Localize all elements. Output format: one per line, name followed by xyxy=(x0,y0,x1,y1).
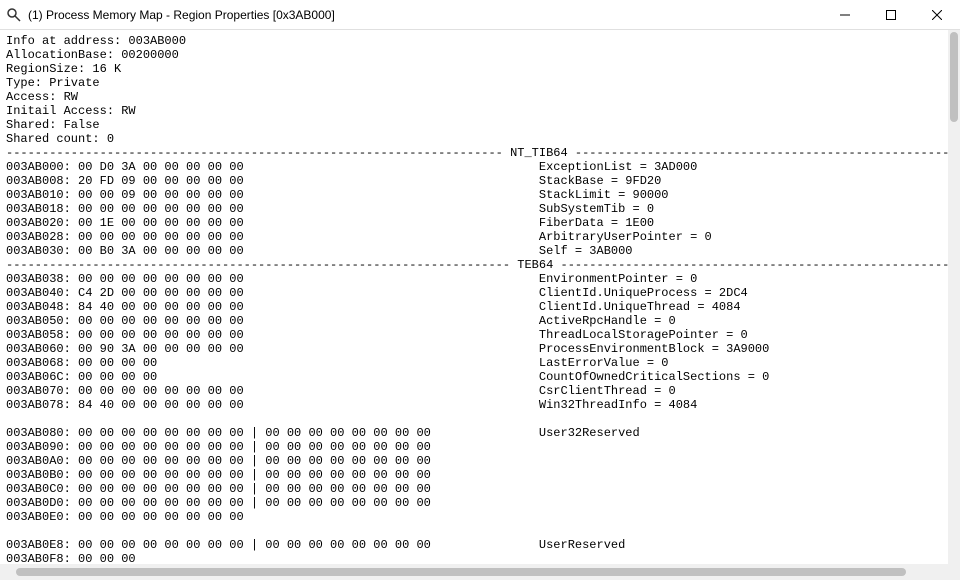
horizontal-scrollbar-thumb[interactable] xyxy=(16,568,906,576)
memory-dump-text[interactable]: Info at address: 003AB000 AllocationBase… xyxy=(0,30,948,564)
content-area: Info at address: 003AB000 AllocationBase… xyxy=(0,30,960,580)
maximize-button[interactable] xyxy=(868,0,914,29)
app-icon xyxy=(6,7,22,23)
close-button[interactable] xyxy=(914,0,960,29)
horizontal-scrollbar[interactable] xyxy=(0,564,948,580)
resize-grip[interactable] xyxy=(948,564,960,580)
vertical-scrollbar[interactable] xyxy=(948,30,960,564)
window-controls xyxy=(822,0,960,29)
vertical-scrollbar-thumb[interactable] xyxy=(950,32,958,122)
titlebar: (1) Process Memory Map - Region Properti… xyxy=(0,0,960,30)
window-title: (1) Process Memory Map - Region Properti… xyxy=(28,8,822,22)
minimize-button[interactable] xyxy=(822,0,868,29)
